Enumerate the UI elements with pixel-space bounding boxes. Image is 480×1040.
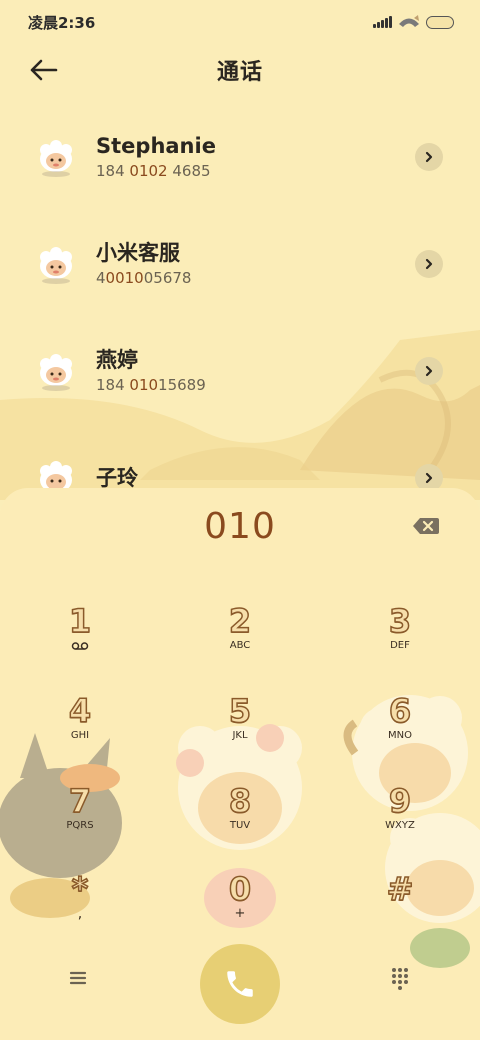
dialed-number-display[interactable]: 010 bbox=[0, 506, 480, 547]
dial-key-0[interactable]: 0 + bbox=[180, 870, 300, 941]
status-icons bbox=[373, 15, 454, 29]
status-time: 凌晨2:36 bbox=[28, 13, 96, 32]
key-letters: JKL bbox=[232, 730, 248, 741]
dial-key-6[interactable]: 6 MNO bbox=[340, 692, 460, 763]
dial-key-4[interactable]: 4 GHI bbox=[20, 692, 140, 763]
keypad-icon[interactable] bbox=[388, 966, 412, 990]
battery-icon bbox=[426, 15, 454, 29]
voicemail-icon bbox=[71, 642, 89, 650]
contact-text: 小米客服 4001005678 bbox=[96, 239, 191, 289]
contact-text: 子玲 bbox=[96, 464, 138, 489]
contact-name: 子玲 bbox=[96, 466, 138, 489]
key-letters: WXYZ bbox=[385, 820, 415, 831]
menu-icon[interactable] bbox=[66, 966, 90, 990]
contact-details-button[interactable] bbox=[415, 250, 443, 278]
contact-item-xiaomi-service[interactable]: 小米客服 4001005678 bbox=[0, 219, 480, 309]
contact-name: 燕婷 bbox=[96, 348, 138, 372]
dial-key-hash[interactable]: # bbox=[340, 870, 460, 941]
chevron-right-icon bbox=[425, 258, 433, 270]
key-letters: PQRS bbox=[66, 820, 94, 831]
dialer-panel: 010 1 2 ABC 3 DEF 4 GHI 5 JKL 6 MNO 7 PQ… bbox=[0, 488, 480, 1040]
dial-key-2[interactable]: 2 ABC bbox=[180, 602, 300, 673]
key-digit: 7 bbox=[68, 782, 92, 820]
signal-bars-icon bbox=[373, 16, 392, 28]
key-digit: 8 bbox=[228, 782, 252, 820]
contact-details-button[interactable] bbox=[415, 143, 443, 171]
key-digit: 1 bbox=[68, 602, 92, 640]
contact-item-stephanie[interactable]: Stephanie 184 0102 4685 bbox=[0, 112, 480, 202]
key-letters: ABC bbox=[229, 640, 251, 651]
key-digit: 0 bbox=[228, 870, 252, 908]
chevron-right-icon bbox=[425, 365, 433, 377]
key-letters: , bbox=[77, 906, 83, 922]
contact-suggestions-list: Stephanie 184 0102 4685 小米客服 4001005678 bbox=[0, 104, 480, 489]
key-letters: DEF bbox=[390, 640, 410, 651]
contact-number: 184 0102 4685 bbox=[96, 162, 211, 180]
back-arrow-icon[interactable] bbox=[28, 56, 60, 84]
phone-icon bbox=[227, 971, 253, 997]
key-digit: # bbox=[386, 870, 414, 908]
dial-key-5[interactable]: 5 JKL bbox=[180, 692, 300, 763]
dial-key-9[interactable]: 9 WXYZ bbox=[340, 782, 460, 853]
dial-key-3[interactable]: 3 DEF bbox=[340, 602, 460, 673]
contact-item-yanting[interactable]: 燕婷 184 01015689 bbox=[0, 326, 480, 416]
key-letters: TUV bbox=[229, 820, 251, 831]
contact-details-button[interactable] bbox=[415, 464, 443, 489]
dialer-bottom-bar bbox=[0, 944, 480, 1024]
contact-item-ziling[interactable]: 子玲 bbox=[0, 433, 480, 489]
avatar bbox=[40, 247, 72, 284]
contact-details-button[interactable] bbox=[415, 357, 443, 385]
key-digit: 4 bbox=[68, 692, 92, 730]
key-digit: * bbox=[71, 870, 89, 908]
page-title: 通话 bbox=[216, 60, 263, 85]
key-letters: GHI bbox=[70, 730, 90, 741]
dial-key-8[interactable]: 8 TUV bbox=[180, 782, 300, 853]
key-digit: 9 bbox=[388, 782, 412, 820]
dial-key-1[interactable]: 1 bbox=[20, 602, 140, 673]
avatar bbox=[40, 354, 72, 391]
dial-key-star[interactable]: * , bbox=[20, 870, 140, 941]
contact-name: Stephanie bbox=[96, 134, 216, 158]
key-digit: 2 bbox=[228, 602, 252, 640]
status-bar: 凌晨2:36 bbox=[0, 0, 480, 44]
backspace-icon[interactable] bbox=[412, 516, 440, 536]
header: 通话 bbox=[0, 44, 480, 96]
key-digit: 5 bbox=[228, 692, 252, 730]
wifi-icon bbox=[399, 15, 419, 27]
contact-text: Stephanie 184 0102 4685 bbox=[96, 132, 216, 182]
avatar bbox=[40, 461, 72, 489]
contact-text: 燕婷 184 01015689 bbox=[96, 346, 206, 396]
key-letters: MNO bbox=[388, 730, 412, 741]
contact-number: 184 01015689 bbox=[96, 376, 206, 394]
chevron-right-icon bbox=[425, 151, 433, 163]
dial-key-7[interactable]: 7 PQRS bbox=[20, 782, 140, 853]
key-digit: 3 bbox=[388, 602, 412, 640]
contact-name: 小米客服 bbox=[96, 241, 180, 265]
avatar bbox=[40, 140, 72, 177]
key-digit: 6 bbox=[388, 692, 412, 730]
call-button[interactable] bbox=[200, 944, 280, 1024]
chevron-right-icon bbox=[425, 472, 433, 484]
contact-number: 4001005678 bbox=[96, 269, 192, 287]
key-letters: + bbox=[234, 906, 246, 921]
